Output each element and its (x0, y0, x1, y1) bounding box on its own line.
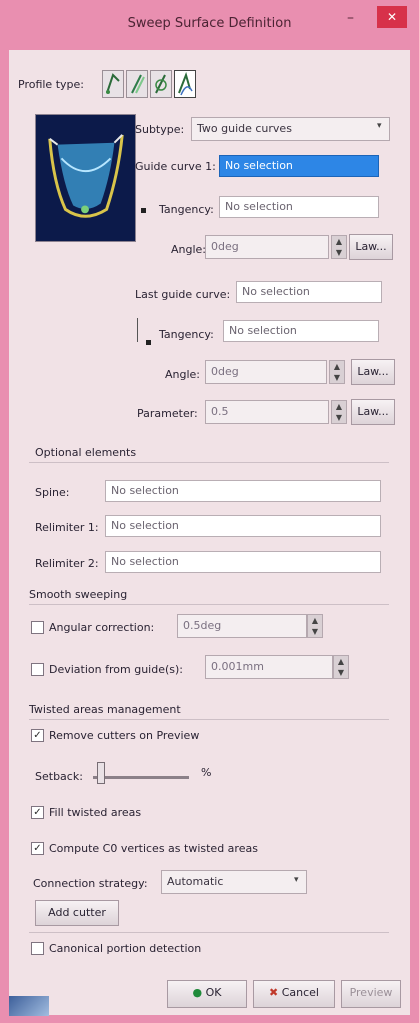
last-guide-curve-label: Last guide curve: (135, 288, 231, 301)
ok-button[interactable]: ● OK (167, 980, 247, 1008)
tangency-1-label: Tangency: (159, 203, 214, 216)
cancel-label: Cancel (281, 986, 319, 999)
subtype-label: Subtype: (135, 123, 185, 136)
relimiter-2-label: Relimiter 2: (35, 557, 99, 570)
circle-profile-icon[interactable] (150, 70, 172, 98)
angle-1-spinner[interactable]: ▲ ▼ (331, 235, 347, 259)
angle-2-spinner[interactable]: ▲ ▼ (329, 360, 345, 384)
guide-curve-1-label: Guide curve 1: (135, 160, 216, 173)
spine-field[interactable]: No selection (105, 480, 381, 502)
angular-correction-spinner[interactable]: ▲ ▼ (307, 614, 323, 638)
parameter-law-button[interactable]: Law... (351, 399, 395, 425)
bracket-line (137, 318, 138, 342)
optional-elements-header: Optional elements (35, 446, 137, 459)
angle-1-input[interactable]: 0deg (205, 235, 329, 259)
angular-correction-label: Angular correction: (49, 621, 155, 634)
add-cutter-button[interactable]: Add cutter (35, 900, 119, 926)
angle-2-law-button[interactable]: Law... (351, 359, 395, 385)
fill-twisted-label: Fill twisted areas (49, 806, 142, 819)
relimiter-1-label: Relimiter 1: (35, 521, 99, 534)
cancel-button[interactable]: ✖ Cancel (253, 980, 335, 1008)
connection-strategy-label: Connection strategy: (33, 877, 148, 890)
parameter-spinner[interactable]: ▲ ▼ (331, 400, 347, 424)
sweep-preview-image (35, 114, 136, 242)
deviation-label: Deviation from guide(s): (49, 663, 183, 676)
compute-c0-checkbox[interactable]: ✓ (31, 842, 44, 855)
angle-1-law-button[interactable]: Law... (349, 234, 393, 260)
setback-slider-track (93, 776, 189, 779)
canonical-checkbox[interactable] (31, 942, 44, 955)
title-bar: Sweep Surface Definition – ✕ (0, 0, 419, 50)
close-button[interactable]: ✕ (377, 6, 407, 28)
setback-slider-thumb[interactable] (97, 762, 106, 784)
spine-label: Spine: (35, 486, 70, 499)
connection-strategy-combo[interactable]: Automatic (161, 870, 307, 894)
guide-curve-1-field[interactable]: No selection (219, 155, 379, 177)
sweep-surface-dialog: Sweep Surface Definition – ✕ Profile typ… (0, 0, 419, 1023)
bullet-marker (146, 340, 151, 345)
divider (29, 604, 389, 605)
angular-correction-checkbox[interactable] (31, 621, 44, 634)
relimiter-2-field[interactable]: No selection (105, 551, 381, 573)
ok-label: OK (205, 986, 222, 999)
deviation-checkbox[interactable] (31, 663, 44, 676)
setback-unit: % (201, 766, 212, 779)
line-profile-icon[interactable] (126, 70, 148, 98)
tangency-2-label: Tangency: (159, 328, 214, 341)
twisted-areas-header: Twisted areas management (29, 703, 181, 716)
conic-profile-icon[interactable] (174, 70, 196, 98)
cancel-icon: ✖ (269, 986, 279, 999)
app-logo-icon (9, 996, 49, 1016)
compute-c0-label: Compute C0 vertices as twisted areas (49, 842, 258, 855)
chevron-down-icon: ▾ (294, 875, 299, 885)
deviation-input[interactable]: 0.001mm (205, 655, 333, 679)
remove-cutters-label: Remove cutters on Preview (49, 729, 200, 742)
fill-twisted-checkbox[interactable]: ✓ (31, 806, 44, 819)
subtype-combo[interactable]: Two guide curves (191, 117, 390, 141)
tangency-2-field[interactable]: No selection (223, 320, 379, 342)
parameter-input[interactable]: 0.5 (205, 400, 329, 424)
angular-correction-input[interactable]: 0.5deg (177, 614, 307, 638)
setback-label: Setback: (35, 770, 83, 783)
divider (29, 462, 389, 463)
angle-1-label: Angle: (171, 243, 207, 256)
parameter-label: Parameter: (137, 407, 198, 420)
smooth-sweeping-header: Smooth sweeping (29, 588, 128, 601)
profile-type-label: Profile type: (18, 78, 84, 91)
angle-2-label: Angle: (165, 368, 201, 381)
angle-2-input[interactable]: 0deg (205, 360, 327, 384)
divider (29, 719, 389, 720)
chevron-down-icon: ▾ (377, 121, 382, 131)
ok-icon: ● (192, 986, 203, 999)
tangency-1-field[interactable]: No selection (219, 196, 379, 218)
explicit-profile-icon[interactable] (102, 70, 124, 98)
deviation-spinner[interactable]: ▲ ▼ (333, 655, 349, 679)
bullet-marker (141, 208, 146, 213)
remove-cutters-checkbox[interactable]: ✓ (31, 729, 44, 742)
help-button[interactable]: – (347, 10, 361, 26)
divider (29, 932, 389, 933)
last-guide-curve-field[interactable]: No selection (236, 281, 382, 303)
preview-button[interactable]: Preview (341, 980, 401, 1008)
relimiter-1-field[interactable]: No selection (105, 515, 381, 537)
canonical-label: Canonical portion detection (49, 942, 202, 955)
